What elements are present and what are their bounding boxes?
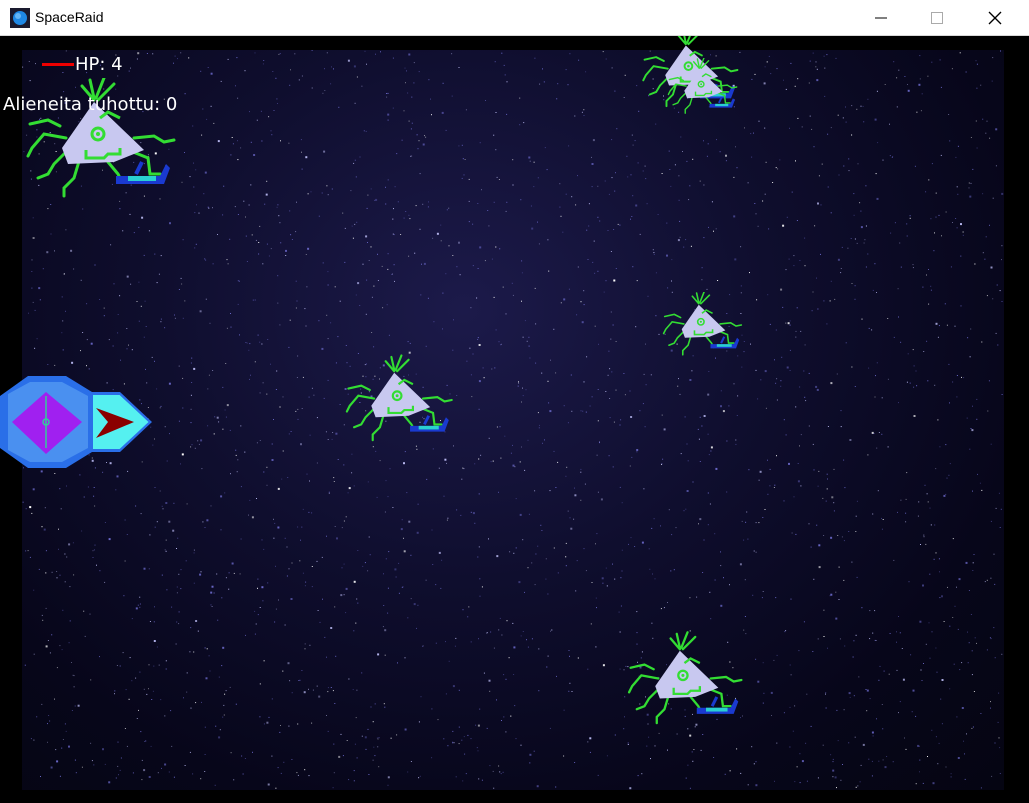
alien-on-hoverboard: [627, 630, 743, 725]
player-ship: [0, 376, 152, 468]
alien-on-hoverboard: [345, 354, 454, 442]
alien-on-hoverboard: [667, 58, 738, 115]
maximize-icon: [931, 11, 943, 24]
hp-bar: [42, 63, 74, 66]
game-canvas[interactable]: HP: 4 Alieneita tuhottu: 0: [0, 36, 1029, 803]
kills-counter: Alieneita tuhottu: 0: [3, 94, 178, 115]
hp-counter: HP: 4: [75, 54, 123, 75]
minimize-icon: [875, 17, 887, 18]
alien-on-hoverboard: [662, 292, 743, 356]
app-icon: [10, 8, 30, 28]
maximize-button[interactable]: [908, 0, 966, 35]
close-button[interactable]: [966, 0, 1024, 35]
minimize-button[interactable]: [852, 0, 910, 35]
close-icon: [988, 11, 1002, 24]
title-bar[interactable]: SpaceRaid: [0, 0, 1029, 36]
window-title: SpaceRaid: [35, 9, 104, 25]
